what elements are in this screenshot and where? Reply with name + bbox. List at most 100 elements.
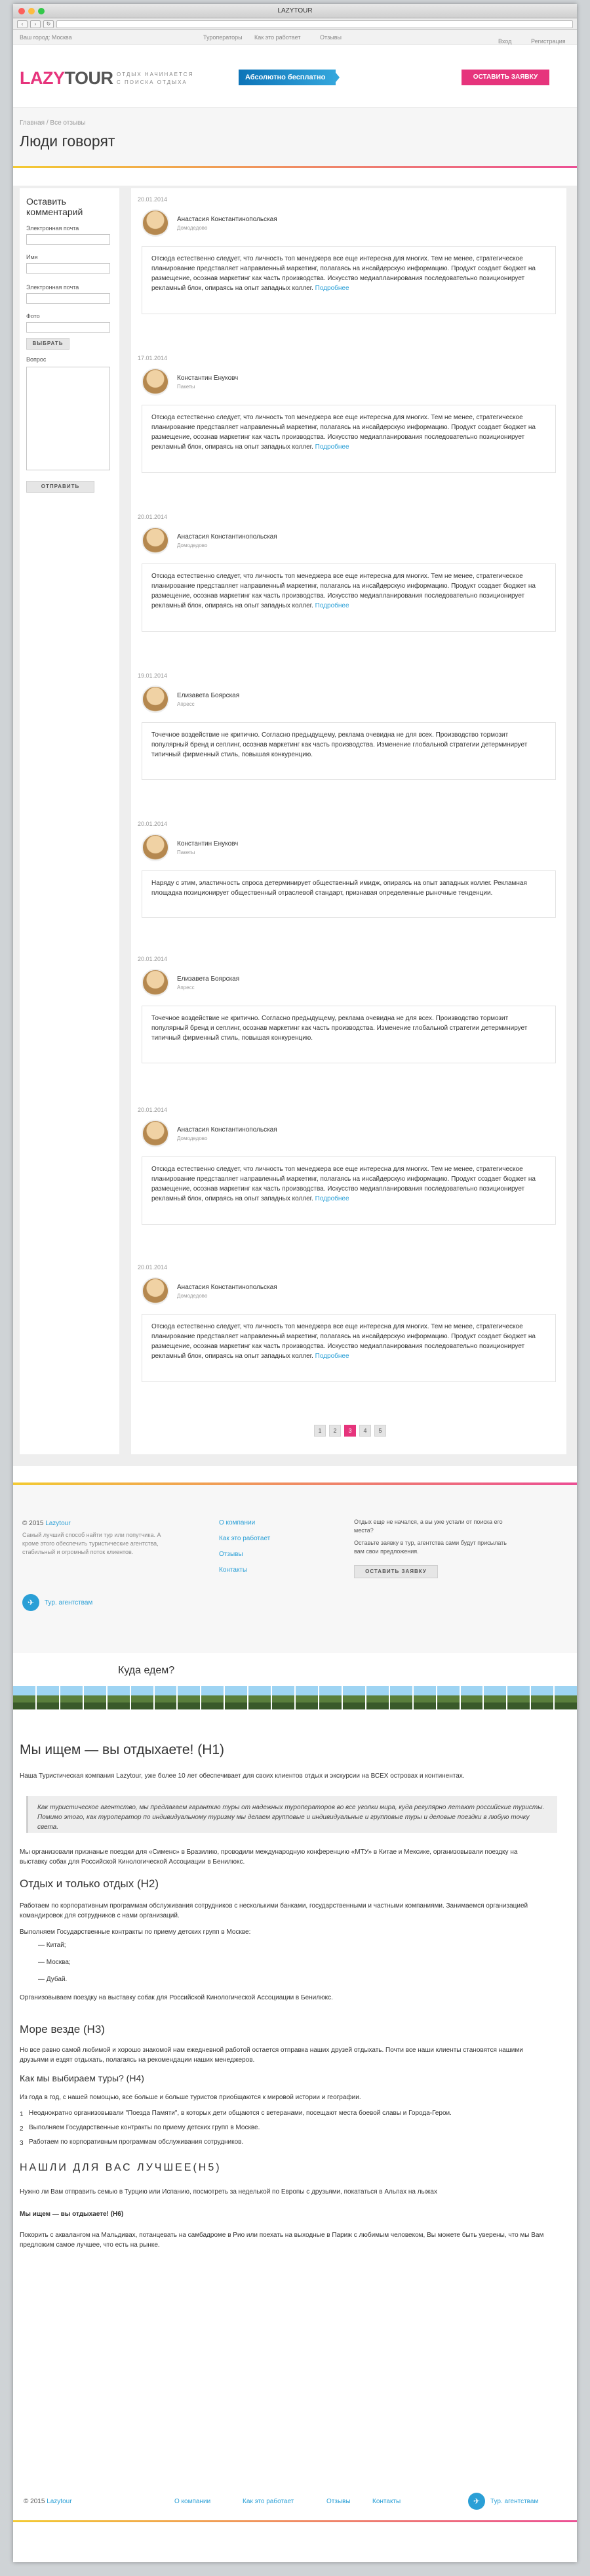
review-date: 20.01.2014	[138, 514, 168, 520]
destination-tile[interactable]	[460, 1686, 483, 1709]
photo-label: Фото	[26, 313, 40, 319]
article-p7: Из года в год, с нашей помощью, все боль…	[20, 2094, 361, 2101]
choose-file-button[interactable]: ВЫБРАТЬ	[26, 338, 69, 350]
review-city: Пакеты	[177, 384, 195, 390]
avatar	[142, 969, 169, 996]
review-author: Елизавета Боярская	[177, 692, 240, 699]
login-link[interactable]: Вход	[498, 38, 511, 45]
article-olist-num: 2	[20, 2125, 24, 2133]
agency-icon: ✈	[22, 1594, 39, 1611]
accent-stripe	[13, 166, 577, 168]
bottom-brand-link[interactable]: Lazytour	[47, 2498, 71, 2505]
page-4-button[interactable]: 4	[359, 1425, 371, 1437]
read-more-link[interactable]: Подробнее	[315, 1353, 349, 1360]
bottom-copyright: © 2015 Lazytour	[24, 2498, 72, 2505]
url-field[interactable]	[56, 20, 573, 28]
destination-tile[interactable]	[389, 1686, 412, 1709]
destination-tile[interactable]	[130, 1686, 153, 1709]
footer-link-how[interactable]: Как это работает	[219, 1535, 270, 1542]
footer-link-contacts[interactable]: Контакты	[219, 1566, 247, 1574]
review-card: 19.01.2014 Елизавета Боярская Апресс Точ…	[138, 672, 560, 818]
destination-tile[interactable]	[248, 1686, 271, 1709]
read-more-link[interactable]: Подробнее	[315, 602, 349, 609]
topnav-how[interactable]: Как это работает	[254, 34, 300, 41]
article-p4: Выполняем Государственные контракты по п…	[20, 1929, 251, 1936]
review-city: Домодедово	[177, 542, 208, 548]
destination-tile[interactable]	[555, 1686, 577, 1709]
page-5-button[interactable]: 5	[374, 1425, 386, 1437]
bottom-link-contacts[interactable]: Контакты	[372, 2498, 401, 2505]
review-city: Домодедово	[177, 225, 208, 231]
bottom-link-how[interactable]: Как это работает	[243, 2498, 294, 2505]
register-link[interactable]: Регистрация	[531, 38, 566, 45]
email2-field[interactable]	[26, 293, 110, 304]
agencies-link[interactable]: ✈ Тур. агентствам	[22, 1594, 92, 1611]
article-olist-num: 1	[20, 2111, 24, 2118]
leave-request-button[interactable]: ОСТАВИТЬ ЗАЯВКУ	[462, 70, 549, 85]
review-text: Точечное воздействие не критично. Соглас…	[151, 731, 528, 758]
question-textarea[interactable]	[26, 367, 110, 470]
photo-field[interactable]	[26, 322, 110, 333]
review-author: Анастасия Константинопольская	[177, 216, 277, 223]
destination-tile[interactable]	[342, 1686, 365, 1709]
destination-tile[interactable]	[296, 1686, 318, 1709]
destination-tile[interactable]	[507, 1686, 530, 1709]
page-2-button[interactable]: 2	[329, 1425, 341, 1437]
article-olist-item: Работаем по корпоративным программам обс…	[29, 2138, 244, 2146]
footer-brand-link[interactable]: Lazytour	[45, 1520, 70, 1527]
destination-tile[interactable]	[272, 1686, 295, 1709]
destination-tile[interactable]	[319, 1686, 342, 1709]
review-text-box: Наряду с этим, эластичность спроса детер…	[142, 870, 556, 918]
back-icon[interactable]: ‹	[17, 20, 28, 28]
submit-button[interactable]: ОТПРАВИТЬ	[26, 481, 94, 493]
article-p1: Наша Туристическая компания Lazytour, уж…	[20, 1772, 465, 1780]
destination-tile[interactable]	[13, 1686, 35, 1709]
article-olist-item: Неоднократно организовывали "Поезда Памя…	[29, 2110, 452, 2117]
destination-tile[interactable]	[201, 1686, 224, 1709]
question-label: Вопрос	[26, 356, 47, 363]
article-list-item: — Дубай.	[38, 1976, 68, 1983]
email-field[interactable]	[26, 234, 110, 245]
destination-tile[interactable]	[484, 1686, 507, 1709]
destination-tile[interactable]	[60, 1686, 83, 1709]
read-more-link[interactable]: Подробнее	[315, 285, 349, 292]
forward-icon[interactable]: ›	[30, 20, 41, 28]
page-3-button[interactable]: 3	[344, 1425, 356, 1437]
article-olist-item: Выполняем Государственные контракты по п…	[29, 2124, 260, 2131]
destination-tile[interactable]	[531, 1686, 554, 1709]
review-text-box: Отсюда естественно следует, что личность…	[142, 246, 556, 314]
destination-tile[interactable]	[437, 1686, 460, 1709]
site-logo[interactable]: LAZYTOUR	[20, 68, 113, 89]
review-text-box: Точечное воздействие не критично. Соглас…	[142, 1006, 556, 1063]
footer-link-reviews[interactable]: Отзывы	[219, 1551, 243, 1558]
bottom-link-about[interactable]: О компании	[174, 2498, 210, 2505]
destination-tile[interactable]	[36, 1686, 59, 1709]
destination-tile[interactable]	[225, 1686, 248, 1709]
name-field[interactable]	[26, 263, 110, 274]
read-more-link[interactable]: Подробнее	[315, 1195, 349, 1202]
read-more-link[interactable]: Подробнее	[315, 443, 349, 451]
topnav-operators[interactable]: Туроператоры	[203, 34, 243, 41]
breadcrumb[interactable]: Главная / Все отзывы	[20, 119, 86, 127]
main-area: Оставить комментарий Электронная почта И…	[13, 186, 577, 1466]
destination-tile[interactable]	[154, 1686, 177, 1709]
topnav-reviews[interactable]: Отзывы	[320, 34, 342, 41]
destination-tile[interactable]	[366, 1686, 389, 1709]
bottom-agencies-link[interactable]: ✈ Тур. агентствам	[468, 2493, 538, 2510]
reload-icon[interactable]: ↻	[43, 20, 54, 28]
destination-tile[interactable]	[83, 1686, 106, 1709]
article-quote: Как туристическое агентство, мы предлага…	[26, 1796, 557, 1833]
footer-link-about[interactable]: О компании	[219, 1519, 255, 1526]
destination-tile[interactable]	[413, 1686, 436, 1709]
review-city: Пакеты	[177, 849, 195, 855]
city-selector[interactable]: Ваш город: Москва	[20, 34, 72, 41]
bottom-link-reviews[interactable]: Отзывы	[326, 2498, 351, 2505]
page-1-button[interactable]: 1	[314, 1425, 326, 1437]
review-card: 20.01.2014 Анастасия Константинопольская…	[138, 1264, 560, 1410]
review-text-box: Точечное воздействие не критично. Соглас…	[142, 722, 556, 780]
article-h1: Мы ищем — вы отдыхаете! (H1)	[20, 1742, 225, 1757]
footer-promo-2: Оставьте заявку в тур, агентства сами бу…	[354, 1540, 507, 1555]
destination-tile[interactable]	[107, 1686, 130, 1709]
destination-tile[interactable]	[178, 1686, 201, 1709]
footer-request-button[interactable]: ОСТАВИТЬ ЗАЯВКУ	[354, 1565, 438, 1578]
